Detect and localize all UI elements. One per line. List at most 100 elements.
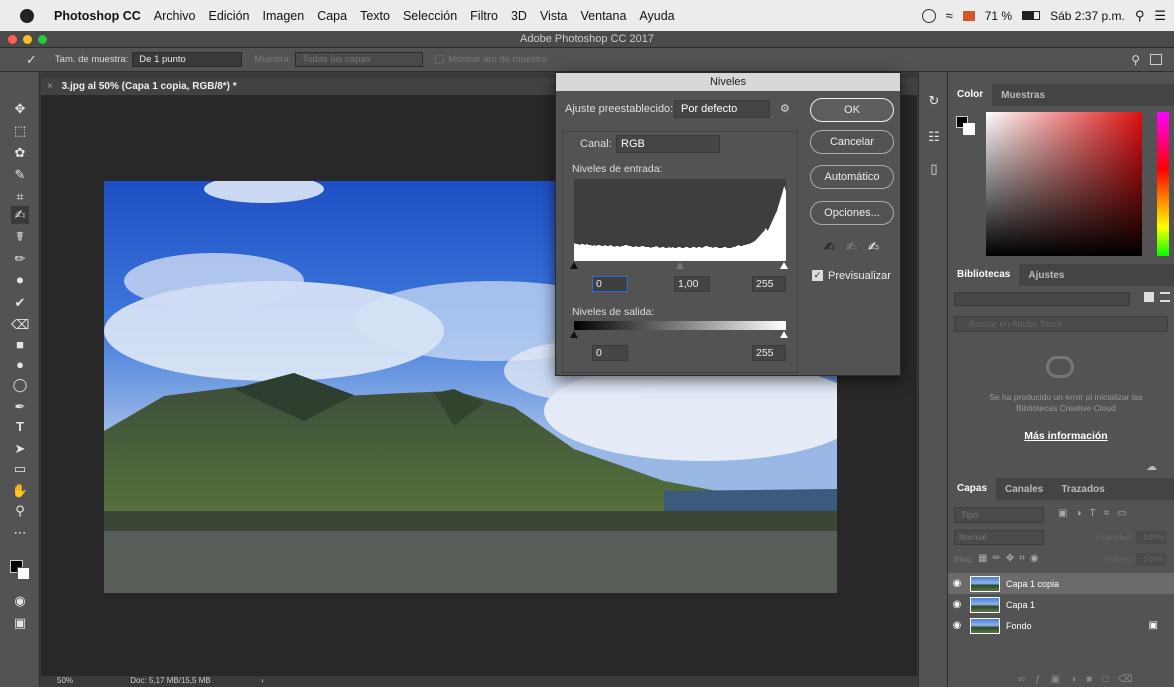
minimize-window-button[interactable] bbox=[23, 35, 32, 44]
battery-percent[interactable]: 71 % bbox=[985, 9, 1012, 23]
layer-name[interactable]: Fondo bbox=[1006, 621, 1032, 631]
menu-seleccion[interactable]: Selección bbox=[403, 9, 457, 23]
gamma-slider[interactable] bbox=[676, 262, 684, 269]
marquee-tool-icon[interactable]: ⬚ bbox=[11, 122, 29, 140]
layer-row[interactable]: ◉ Capa 1 copia bbox=[948, 573, 1174, 594]
menu-archivo[interactable]: Archivo bbox=[154, 9, 196, 23]
quick-select-tool-icon[interactable]: ✎ bbox=[11, 166, 29, 184]
options-button[interactable]: Opciones... bbox=[810, 201, 894, 225]
apple-icon[interactable] bbox=[20, 8, 34, 23]
gradient-tool-icon[interactable]: ■ bbox=[11, 336, 29, 354]
rectangle-tool-icon[interactable]: ▭ bbox=[11, 460, 29, 478]
tab-canales[interactable]: Canales bbox=[996, 484, 1052, 495]
menu-imagen[interactable]: Imagen bbox=[262, 9, 304, 23]
menu-ayuda[interactable]: Ayuda bbox=[639, 9, 674, 23]
move-tool-icon[interactable]: ✥ bbox=[11, 100, 29, 118]
fill-field[interactable]: 100% bbox=[1136, 553, 1166, 566]
lock-icons[interactable]: ▦✏✥⌗◉ bbox=[978, 553, 1044, 564]
zoom-tool-icon[interactable]: ⚲ bbox=[11, 502, 29, 520]
input-black-field[interactable]: 0 bbox=[592, 276, 628, 292]
output-black-slider[interactable] bbox=[570, 331, 578, 338]
grid-view-icon[interactable] bbox=[1144, 292, 1154, 302]
cc-sync-icon[interactable]: ☁ bbox=[1146, 460, 1157, 473]
input-white-field[interactable]: 255 bbox=[752, 276, 786, 292]
tab-bibliotecas[interactable]: Bibliotecas bbox=[948, 264, 1020, 286]
search-icon[interactable]: ⚲ bbox=[1131, 53, 1140, 67]
menu-vista[interactable]: Vista bbox=[540, 9, 568, 23]
clone-stamp-tool-icon[interactable]: ⚫ bbox=[11, 272, 29, 290]
blur-tool-icon[interactable]: ● bbox=[11, 356, 29, 374]
close-tab-icon[interactable]: × bbox=[47, 81, 53, 92]
cc-status-icon[interactable] bbox=[921, 8, 936, 23]
type-tool-icon[interactable]: T bbox=[11, 418, 29, 436]
workspace-icon[interactable] bbox=[1150, 54, 1162, 65]
output-black-field[interactable]: 0 bbox=[592, 345, 628, 361]
layer-filter-select[interactable]: Tipo bbox=[954, 507, 1044, 523]
black-eyedropper-icon[interactable]: ✍ bbox=[824, 239, 835, 255]
input-gamma-field[interactable]: 1,00 bbox=[674, 276, 710, 292]
healing-brush-tool-icon[interactable]: ☤ bbox=[11, 228, 29, 246]
history-brush-tool-icon[interactable]: ✔ bbox=[11, 294, 29, 312]
tab-capas[interactable]: Capas bbox=[948, 478, 997, 500]
brush-tool-icon[interactable]: ✏ bbox=[11, 250, 29, 268]
menu-app[interactable]: Photoshop CC bbox=[54, 9, 141, 23]
properties-panel-icon[interactable]: ☷ bbox=[925, 128, 943, 146]
cancel-button[interactable]: Cancelar bbox=[810, 130, 894, 154]
wifi-icon[interactable]: ≈ bbox=[946, 8, 953, 23]
dodge-tool-icon[interactable]: ◯ bbox=[11, 376, 29, 394]
preset-gear-icon[interactable]: ⚙ bbox=[780, 102, 790, 115]
ok-button[interactable]: OK bbox=[810, 98, 894, 122]
tab-ajustes[interactable]: Ajustes bbox=[1019, 270, 1073, 281]
menu-texto[interactable]: Texto bbox=[360, 9, 390, 23]
layer-filter-icons[interactable]: ▣◑T⌗▭ bbox=[1058, 508, 1135, 519]
layer-name[interactable]: Capa 1 bbox=[1006, 600, 1035, 610]
color-picker-field[interactable] bbox=[986, 112, 1142, 256]
eyedropper-preset-icon[interactable]: ✓ bbox=[26, 52, 37, 68]
crop-tool-icon[interactable]: ⌗ bbox=[11, 188, 29, 206]
eyedropper-tool-icon[interactable]: ✍ bbox=[11, 206, 29, 224]
history-panel-icon[interactable]: ↻ bbox=[925, 92, 943, 110]
menu-capa[interactable]: Capa bbox=[317, 9, 347, 23]
white-eyedropper-icon[interactable]: ✍ bbox=[868, 239, 879, 255]
layer-row[interactable]: ◉ Fondo ▣ bbox=[948, 615, 1174, 636]
white-point-slider[interactable] bbox=[780, 262, 788, 269]
library-select[interactable] bbox=[954, 292, 1130, 306]
notification-center-icon[interactable]: ☰ bbox=[1154, 8, 1166, 24]
menu-3d[interactable]: 3D bbox=[511, 9, 527, 23]
more-info-link[interactable]: Más información bbox=[978, 430, 1154, 442]
layer-actions-icons[interactable]: ∞ƒ▣◑■□⌫ bbox=[1018, 674, 1142, 685]
background-color-swatch[interactable] bbox=[17, 567, 30, 580]
eraser-tool-icon[interactable]: ⌫ bbox=[11, 316, 29, 334]
gray-eyedropper-icon[interactable]: ✍ bbox=[846, 239, 857, 255]
hue-slider[interactable] bbox=[1157, 112, 1169, 256]
preview-checkbox[interactable]: ✓ bbox=[812, 270, 823, 281]
edit-toolbar-icon[interactable]: ⋯ bbox=[11, 524, 29, 542]
path-selection-tool-icon[interactable]: ➤ bbox=[11, 440, 29, 458]
ring-checkbox[interactable] bbox=[435, 55, 445, 64]
layer-name[interactable]: Capa 1 copia bbox=[1006, 579, 1059, 589]
sample-layers-select[interactable]: Todas las capas bbox=[295, 52, 424, 67]
tab-color[interactable]: Color bbox=[948, 84, 993, 106]
list-view-icon[interactable] bbox=[1160, 292, 1170, 302]
color-bg-swatch[interactable] bbox=[963, 123, 975, 135]
lasso-tool-icon[interactable]: ✿ bbox=[11, 144, 29, 162]
tab-trazados[interactable]: Trazados bbox=[1052, 484, 1113, 495]
visibility-eye-icon[interactable]: ◉ bbox=[948, 599, 966, 610]
adjustments-panel-icon[interactable]: ▯ bbox=[925, 160, 943, 178]
document-info[interactable]: Doc: 5,17 MB/15,5 MB bbox=[130, 676, 210, 685]
black-point-slider[interactable] bbox=[570, 262, 578, 269]
status-menu-chevron-icon[interactable]: › bbox=[261, 676, 264, 685]
menu-ventana[interactable]: Ventana bbox=[581, 9, 627, 23]
visibility-eye-icon[interactable]: ◉ bbox=[948, 578, 966, 589]
channel-select[interactable]: RGB bbox=[616, 135, 720, 153]
menu-filtro[interactable]: Filtro bbox=[470, 9, 498, 23]
battery-indicator-icon[interactable] bbox=[962, 10, 975, 21]
blend-mode-select[interactable]: Normal bbox=[954, 530, 1044, 545]
auto-button[interactable]: Automático bbox=[810, 165, 894, 189]
quick-mask-icon[interactable]: ◉ bbox=[11, 592, 29, 610]
pen-tool-icon[interactable]: ✒ bbox=[11, 398, 29, 416]
output-white-field[interactable]: 255 bbox=[752, 345, 786, 361]
visibility-eye-icon[interactable]: ◉ bbox=[948, 620, 966, 631]
hand-tool-icon[interactable]: ✋ bbox=[11, 482, 29, 500]
opacity-field[interactable]: 100% bbox=[1136, 531, 1166, 544]
